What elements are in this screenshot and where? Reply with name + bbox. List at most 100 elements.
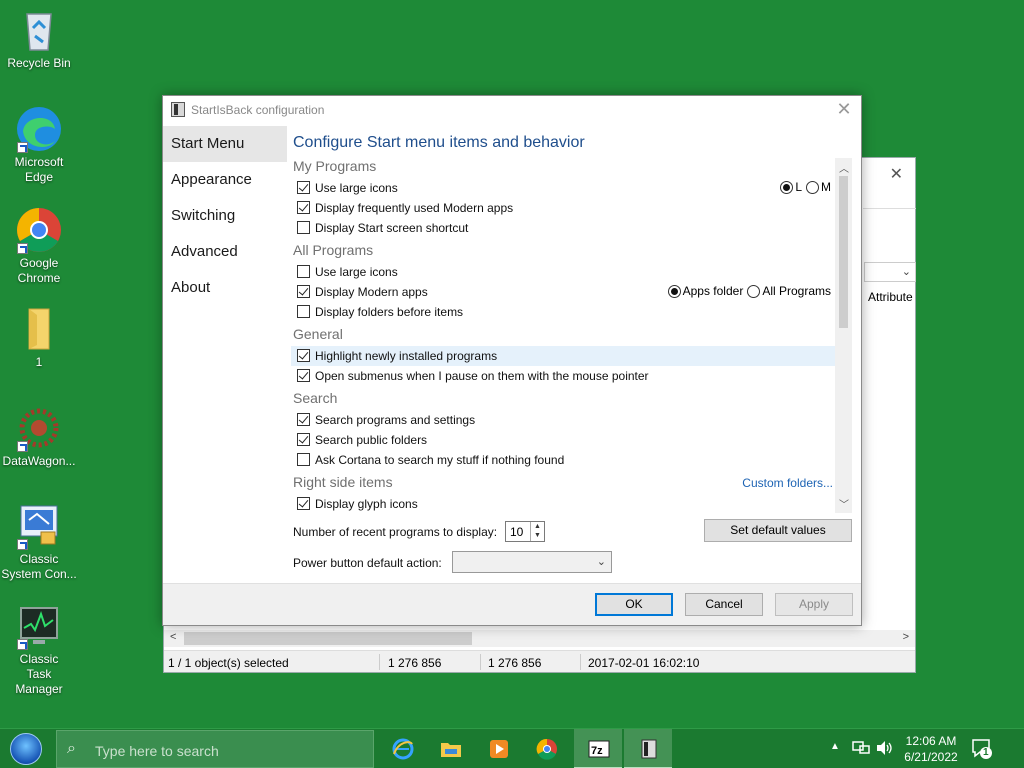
- checkbox[interactable]: [297, 413, 310, 426]
- option-row[interactable]: Display Modern apps Apps folder All Prog…: [293, 282, 835, 302]
- radio-button[interactable]: [747, 284, 761, 298]
- option-row[interactable]: Search public folders: [293, 430, 835, 450]
- desktop-icon-chrome[interactable]: Google Chrome: [0, 206, 78, 286]
- taskbar-chrome[interactable]: [522, 729, 570, 768]
- start-button[interactable]: [6, 731, 46, 767]
- option-label: Use large icons: [315, 265, 398, 279]
- checkbox[interactable]: [297, 201, 310, 214]
- option-label: Ask Cortana to search my stuff if nothin…: [315, 453, 565, 467]
- desktop-icon-datawagon[interactable]: DataWagon...: [0, 404, 78, 469]
- horizontal-scrollbar[interactable]: < >: [164, 630, 915, 647]
- chevron-down-icon: ⌄: [901, 266, 911, 278]
- taskbar-ie[interactable]: [378, 729, 426, 768]
- set-default-values-button[interactable]: Set default values: [704, 519, 852, 542]
- nav-item-advanced[interactable]: Advanced: [163, 234, 287, 270]
- nav-item-about[interactable]: About: [163, 270, 287, 306]
- option-label: Display Start screen shortcut: [315, 221, 469, 235]
- column-header-attributes[interactable]: Attribute: [868, 290, 913, 304]
- radio-all-programs[interactable]: All Programs: [747, 284, 831, 298]
- panel-heading: Configure Start menu items and behavior: [293, 134, 585, 151]
- status-separator: [379, 654, 380, 670]
- file-explorer-icon: [441, 743, 461, 757]
- checkbox[interactable]: [297, 285, 310, 298]
- recycle-bin-icon: [15, 6, 63, 54]
- taskbar-search-box[interactable]: ⌕ Type here to search: [56, 730, 374, 768]
- shortcut-arrow-icon: [17, 243, 28, 254]
- media-player-icon: [490, 740, 508, 758]
- dialog-footer: OK Cancel Apply: [163, 583, 861, 625]
- chevron-down-icon: ⌄: [596, 556, 606, 568]
- radio-label: Apps folder: [682, 284, 744, 298]
- scroll-down-icon[interactable]: ﹀: [839, 496, 849, 511]
- shortcut-arrow-icon: [17, 639, 28, 650]
- radio-button[interactable]: [806, 180, 819, 194]
- option-label: Display frequently used Modern apps: [315, 201, 514, 215]
- scrollbar-thumb[interactable]: [839, 176, 848, 328]
- desktop-icon-task-manager[interactable]: Classic Task Manager: [0, 602, 78, 697]
- scroll-right-icon[interactable]: >: [903, 631, 909, 643]
- radio-button[interactable]: [780, 180, 794, 194]
- option-row[interactable]: Open submenus when I pause on them with …: [293, 366, 835, 386]
- checkbox[interactable]: [297, 221, 310, 234]
- apply-button[interactable]: Apply: [775, 593, 853, 616]
- checkbox[interactable]: [297, 265, 310, 278]
- radio-button[interactable]: [667, 284, 681, 298]
- address-combo[interactable]: ⌄: [864, 262, 916, 282]
- taskbar-media-player[interactable]: [474, 729, 522, 768]
- icon-size-radio-group: L M: [780, 180, 831, 194]
- scroll-left-icon[interactable]: <: [170, 631, 176, 643]
- desktop-icon-control-panel[interactable]: Classic System Con...: [0, 502, 78, 582]
- desktop-icon-recycle-bin[interactable]: Recycle Bin: [0, 6, 78, 71]
- radio-medium[interactable]: M: [806, 180, 831, 194]
- custom-folders-link[interactable]: Custom folders...: [742, 476, 833, 490]
- spinner-arrows-icon[interactable]: ▲ ▼: [530, 522, 544, 541]
- power-button-action-select[interactable]: ⌄: [452, 551, 612, 573]
- option-label: Display folders before items: [315, 305, 464, 319]
- option-row[interactable]: Use large icons: [293, 262, 835, 282]
- option-row[interactable]: Search programs and settings: [293, 410, 835, 430]
- power-button-label: Power button default action:: [293, 556, 442, 570]
- action-center-icon[interactable]: 1: [970, 737, 994, 761]
- option-label: Open submenus when I pause on them with …: [315, 369, 649, 383]
- checkbox[interactable]: [297, 305, 310, 318]
- close-icon[interactable]: ✕: [890, 164, 903, 184]
- option-row[interactable]: Display glyph icons: [293, 494, 835, 513]
- checkbox[interactable]: [297, 349, 310, 362]
- checkbox[interactable]: [297, 369, 310, 382]
- options-vertical-scrollbar[interactable]: ︿ ﹀: [835, 158, 852, 513]
- option-row[interactable]: Ask Cortana to search my stuff if nothin…: [293, 450, 835, 470]
- checkbox[interactable]: [297, 497, 310, 510]
- recent-programs-spinner[interactable]: 10 ▲ ▼: [505, 521, 545, 542]
- recent-programs-value[interactable]: 10: [510, 525, 523, 539]
- taskbar-startisback[interactable]: [624, 729, 672, 768]
- radio-large[interactable]: L: [780, 180, 802, 194]
- checkbox[interactable]: [297, 433, 310, 446]
- taskbar-file-explorer[interactable]: [426, 729, 474, 768]
- option-row-highlighted[interactable]: Highlight newly installed programs: [291, 346, 835, 366]
- desktop-icon-folder-1[interactable]: 1: [0, 305, 78, 370]
- checkbox[interactable]: [297, 453, 310, 466]
- nav-item-switching[interactable]: Switching: [163, 198, 287, 234]
- scrollbar-thumb[interactable]: [184, 632, 472, 645]
- cancel-button[interactable]: Cancel: [685, 593, 763, 616]
- taskbar-7zip[interactable]: 7z: [574, 729, 622, 768]
- option-row[interactable]: Use large icons L M: [293, 178, 835, 198]
- option-row[interactable]: Display folders before items: [293, 302, 835, 322]
- checkbox[interactable]: [297, 181, 310, 194]
- desktop-icon-edge[interactable]: Microsoft Edge: [0, 105, 78, 185]
- system-clock[interactable]: 12:06 AM 6/21/2022: [896, 733, 966, 765]
- windows-logo-icon: [10, 733, 42, 765]
- radio-apps-folder[interactable]: Apps folder: [667, 284, 744, 298]
- ok-button[interactable]: OK: [595, 593, 673, 616]
- nav-item-appearance[interactable]: Appearance: [163, 162, 287, 198]
- shortcut-arrow-icon: [17, 142, 28, 153]
- clock-date: 6/21/2022: [904, 750, 958, 764]
- options-list: My Programs Use large icons L M Display …: [287, 158, 837, 513]
- close-icon[interactable]: ✕: [835, 100, 853, 118]
- nav-item-start-menu[interactable]: Start Menu: [163, 126, 287, 162]
- option-row[interactable]: Display frequently used Modern apps: [293, 198, 835, 218]
- scroll-up-icon[interactable]: ︿: [839, 160, 849, 175]
- section-title-right-side-items: Right side items: [293, 474, 393, 490]
- recent-programs-label: Number of recent programs to display:: [293, 525, 498, 539]
- option-row[interactable]: Display Start screen shortcut: [293, 218, 835, 238]
